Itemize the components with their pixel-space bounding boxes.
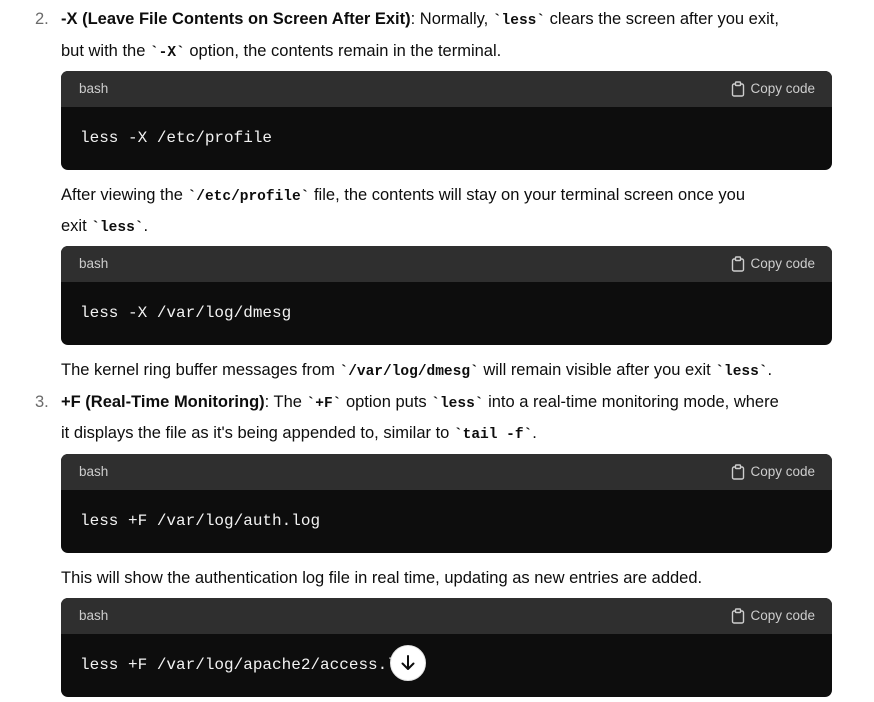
inline-code: `tail -f` [453,427,533,443]
code-language: bash [79,81,109,96]
para3-line1: This will show the authentication log fi… [61,569,703,587]
inline-code: `less` [431,396,484,412]
text: but with the [61,42,150,60]
inline-code: `less` [715,364,768,380]
text: The kernel ring buffer messages from [61,361,340,379]
text: clears the screen after you exit, [545,10,779,28]
item3-line1: +F (Real-Time Monitoring): The `+F` opti… [61,387,854,420]
copy-code-button[interactable]: Copy code [731,598,815,634]
code-block: bash Copy code less -X /var/log/dmesg [61,246,832,345]
code-header: bash Copy code [61,598,832,634]
arrow-down-icon [401,655,415,670]
code-block: bash Copy code less +F /var/log/auth.log [61,454,832,553]
list-number: 2. [35,10,49,28]
scroll-to-bottom-button[interactable] [390,645,426,681]
list-number: 3. [35,393,49,411]
code-text: less +F /var/log/auth.log [80,512,321,530]
item2-line2: but with the `-X` option, the contents r… [61,36,854,69]
code-language: bash [79,256,109,271]
text: : Normally, [410,10,493,28]
text: . [143,217,149,235]
para1-line2: exit `less`. [61,211,854,244]
inline-code: `+F` [306,396,342,412]
code-block: bash Copy code less +F /var/log/apache2/… [61,598,832,697]
text: After viewing the [61,186,188,204]
code-header: bash Copy code [61,71,832,107]
copy-code-label: Copy code [750,608,815,623]
code-header: bash Copy code [61,454,832,490]
text: option puts [341,393,432,411]
code-text: less +F /var/log/apache2/access.l [80,656,397,674]
text: option, the contents remain in the termi… [184,42,502,60]
inline-code: `less` [492,13,546,29]
inline-code: `-X` [149,45,185,61]
text: will remain visible after you exit [478,361,716,379]
clipboard-icon [732,81,745,97]
item2-title: -X (Leave File Contents on Screen After … [61,10,411,28]
item3-title: +F (Real-Time Monitoring) [61,393,265,411]
item3-line2: it displays the file as it's being appen… [61,418,854,451]
clipboard-icon [732,608,745,624]
inline-code: `/var/log/dmesg` [339,364,479,380]
clipboard-icon [732,464,745,480]
code-text: less -X /var/log/dmesg [80,304,292,322]
code-block: bash Copy code less -X /etc/profile [61,71,832,170]
code-text: less -X /etc/profile [80,129,273,147]
copy-code-button[interactable]: Copy code [731,71,815,107]
code-header: bash Copy code [61,246,832,282]
inline-code: `less` [91,220,144,236]
copy-code-button[interactable]: Copy code [731,246,815,282]
text: file, the contents will stay on your ter… [309,186,746,204]
item2-line1: -X (Leave File Contents on Screen After … [61,4,854,37]
code-language: bash [79,608,109,623]
copy-code-label: Copy code [750,81,815,96]
inline-code: `/etc/profile` [187,189,310,205]
copy-code-button[interactable]: Copy code [731,454,815,490]
copy-code-label: Copy code [750,464,815,479]
text: . [532,424,537,442]
code-language: bash [79,464,109,479]
text: . [767,361,773,379]
text: : The [264,393,307,411]
clipboard-icon [732,256,745,272]
text: it displays the file as it's being appen… [61,424,454,442]
text: into a real-time monitoring mode, where [483,393,779,411]
para1-line1: After viewing the `/etc/profile` file, t… [61,180,854,213]
copy-code-label: Copy code [750,256,815,271]
para2-line1: The kernel ring buffer messages from `/v… [61,355,854,388]
text: exit [61,217,92,235]
